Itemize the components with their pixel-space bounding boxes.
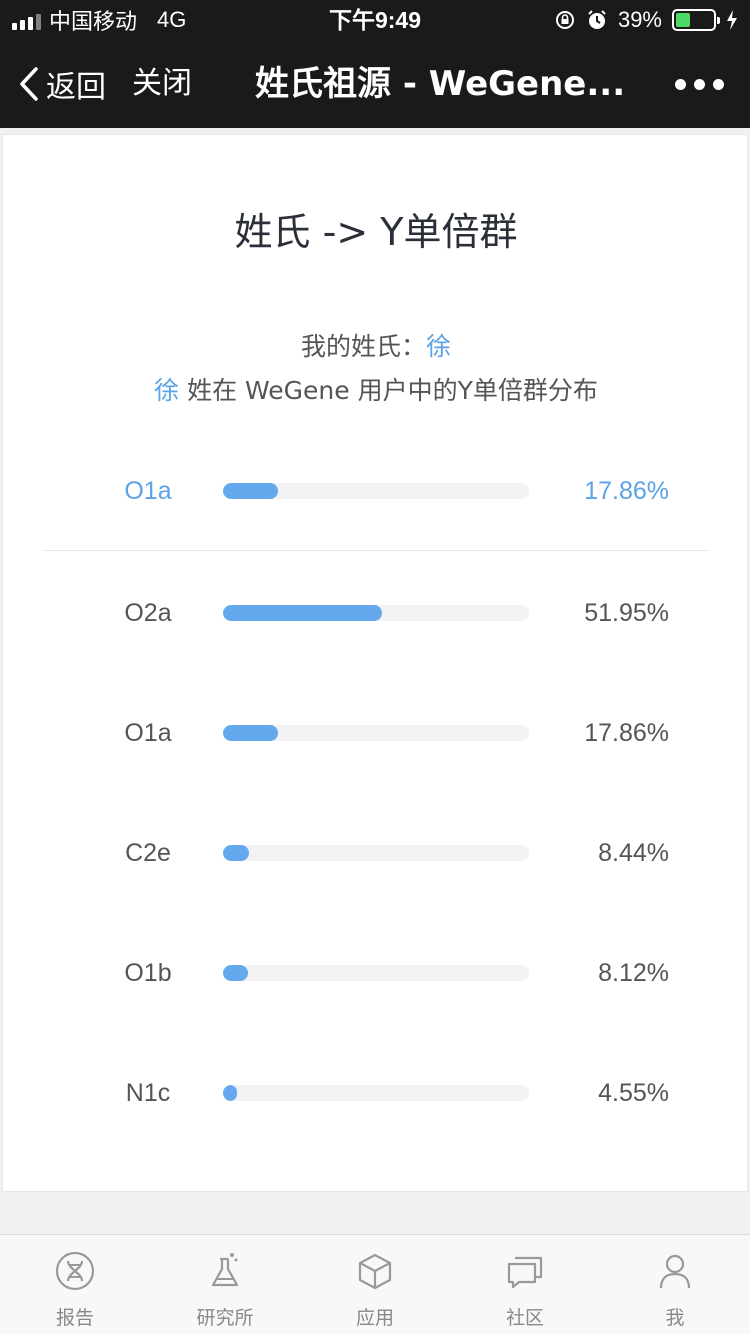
desc-surname: 徐: [154, 376, 180, 405]
nav-bar: 返回 关闭 姓氏祖源 - WeGene...: [0, 40, 750, 128]
haplogroup-label: O1a: [124, 477, 172, 505]
chat-icon: [507, 1256, 543, 1289]
flask-icon: [211, 1253, 239, 1287]
tab-label: 应用: [355, 1307, 394, 1329]
bar-fill: [223, 605, 382, 621]
chevron-left-icon: [20, 67, 38, 101]
bar-fill: [223, 845, 249, 861]
distribution-row: O1b 8.12%: [3, 953, 749, 993]
bar-track: [223, 845, 529, 861]
bar-fill: [223, 483, 278, 499]
dna-icon: [55, 1251, 95, 1291]
more-dots-icon[interactable]: [675, 40, 724, 128]
battery-icon: [672, 9, 720, 31]
haplogroup-percent: 17.86%: [584, 719, 669, 747]
status-right: 39%: [554, 0, 738, 40]
back-button[interactable]: 返回: [18, 40, 106, 128]
haplogroup-card: 姓氏 -> Y单倍群 我的姓氏：徐 徐 姓在 WeGene 用户中的Y单倍群分布…: [2, 134, 748, 1192]
haplogroup-label: C2e: [125, 839, 171, 867]
distribution-row: O2a 51.95%: [3, 593, 749, 633]
bar-track: [223, 483, 529, 499]
my-surname: 徐: [426, 332, 452, 361]
my-haplogroup-row: O1a 17.86%: [3, 471, 749, 511]
distribution-row: C2e 8.44%: [3, 833, 749, 873]
haplogroup-percent: 8.12%: [598, 959, 669, 987]
tab-label: 报告: [55, 1307, 94, 1329]
haplogroup-label: O1b: [124, 959, 172, 987]
back-label: 返回: [46, 70, 106, 105]
haplogroup-percent: 51.95%: [584, 599, 669, 627]
haplogroup-label: O2a: [124, 599, 172, 627]
tab-community[interactable]: 社区: [450, 1235, 600, 1334]
bar-track: [223, 725, 529, 741]
tab-report[interactable]: 报告: [0, 1235, 150, 1334]
close-button[interactable]: 关闭: [132, 40, 192, 128]
battery-percent: 39%: [617, 7, 662, 32]
haplogroup-percent: 17.86%: [584, 477, 669, 505]
cube-icon: [358, 1253, 392, 1290]
alarm-icon: [588, 10, 606, 29]
status-bar: 中国移动 4G 下午9:49 39%: [0, 0, 750, 40]
divider: [43, 550, 709, 551]
distribution-row: N1c 4.55%: [3, 1073, 749, 1113]
tab-label: 我: [665, 1307, 685, 1329]
haplogroup-label: N1c: [125, 1079, 171, 1107]
battery-level: [676, 13, 691, 27]
surname-prefix: 我的姓氏：: [300, 332, 426, 361]
distribution-row: O1a 17.86%: [3, 713, 749, 753]
bar-fill: [223, 965, 248, 981]
haplogroup-label: O1a: [124, 719, 172, 747]
bar-fill: [223, 725, 278, 741]
rotation-lock-icon: [555, 11, 574, 29]
person-icon: [659, 1254, 691, 1289]
my-surname-line: 我的姓氏：徐: [3, 327, 749, 363]
charging-bolt-icon: [727, 10, 737, 30]
tab-label: 研究所: [196, 1307, 254, 1329]
card-title: 姓氏 -> Y单倍群: [234, 210, 518, 254]
bar-track: [223, 605, 529, 621]
bar-fill: [223, 1085, 237, 1101]
haplogroup-percent: 4.55%: [598, 1079, 669, 1107]
tab-institute[interactable]: 研究所: [150, 1235, 300, 1334]
tab-bar: 报告 研究所 应用 社区 我: [0, 1234, 750, 1334]
tab-apps[interactable]: 应用: [300, 1235, 450, 1334]
haplogroup-percent: 8.44%: [598, 839, 669, 867]
bar-track: [223, 1085, 529, 1101]
tab-label: 社区: [505, 1307, 544, 1329]
distribution-description: 徐 姓在 WeGene 用户中的Y单倍群分布: [3, 371, 749, 407]
desc-text: 姓在 WeGene 用户中的Y单倍群分布: [179, 376, 598, 405]
bar-track: [223, 965, 529, 981]
page-title: 姓氏祖源 - WeGene...: [255, 64, 626, 104]
tab-me[interactable]: 我: [600, 1235, 750, 1334]
